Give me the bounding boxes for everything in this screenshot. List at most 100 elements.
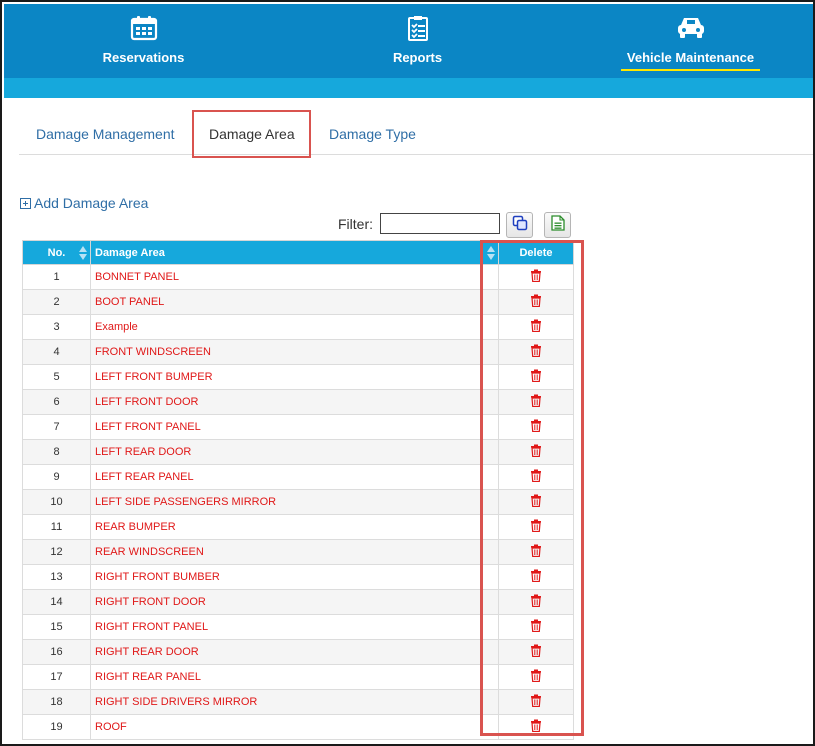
row-number: 14 — [22, 589, 91, 615]
delete-cell — [498, 264, 574, 290]
delete-icon[interactable] — [530, 269, 542, 285]
delete-icon[interactable] — [530, 594, 542, 610]
table-header-row: No. Damage Area Delete — [22, 240, 574, 265]
delete-icon[interactable] — [530, 344, 542, 360]
damage-area-name[interactable]: BOOT PANEL — [90, 289, 499, 315]
header-area-label: Damage Area — [95, 246, 165, 259]
damage-area-name[interactable]: BONNET PANEL — [90, 264, 499, 290]
delete-icon[interactable] — [530, 694, 542, 710]
damage-area-name[interactable]: RIGHT SIDE DRIVERS MIRROR — [90, 689, 499, 715]
damage-area-name[interactable]: LEFT FRONT BUMPER — [90, 364, 499, 390]
table-row[interactable]: 17 RIGHT REAR PANEL — [22, 664, 574, 690]
filter-input[interactable] — [380, 213, 500, 234]
add-damage-area-label: Add Damage Area — [34, 195, 149, 211]
row-number: 13 — [22, 564, 91, 590]
delete-cell — [498, 639, 574, 665]
damage-area-name[interactable]: ROOF — [90, 714, 499, 740]
row-number: 6 — [22, 389, 91, 415]
damage-area-name[interactable]: RIGHT REAR PANEL — [90, 664, 499, 690]
nav-label: Reports — [392, 50, 443, 65]
copy-icon — [512, 215, 528, 236]
row-number: 17 — [22, 664, 91, 690]
row-number: 2 — [22, 289, 91, 315]
delete-icon[interactable] — [530, 719, 542, 735]
tab-damage-management[interactable]: Damage Management — [36, 126, 175, 142]
checklist-icon — [407, 14, 429, 42]
nav-label: Vehicle Maintenance — [626, 50, 755, 65]
damage-area-name[interactable]: LEFT SIDE PASSENGERS MIRROR — [90, 489, 499, 515]
copy-button[interactable] — [506, 212, 533, 238]
delete-icon[interactable] — [530, 294, 542, 310]
delete-icon[interactable] — [530, 544, 542, 560]
sort-icon[interactable] — [487, 246, 495, 263]
delete-icon[interactable] — [530, 494, 542, 510]
delete-icon[interactable] — [530, 469, 542, 485]
table-row[interactable]: 19 ROOF — [22, 714, 574, 740]
delete-icon[interactable] — [530, 519, 542, 535]
table-row[interactable]: 4 FRONT WINDSCREEN — [22, 339, 574, 365]
table-row[interactable]: 13 RIGHT FRONT BUMBER — [22, 564, 574, 590]
damage-area-name[interactable]: LEFT FRONT DOOR — [90, 389, 499, 415]
table-row[interactable]: 9 LEFT REAR PANEL — [22, 464, 574, 490]
damage-area-name[interactable]: LEFT FRONT PANEL — [90, 414, 499, 440]
delete-icon[interactable] — [530, 394, 542, 410]
table-row[interactable]: 5 LEFT FRONT BUMPER — [22, 364, 574, 390]
row-number: 12 — [22, 539, 91, 565]
column-header-damage-area[interactable]: Damage Area — [90, 240, 499, 265]
sort-icon[interactable] — [79, 246, 87, 263]
damage-area-name[interactable]: RIGHT FRONT PANEL — [90, 614, 499, 640]
table-row[interactable]: 6 LEFT FRONT DOOR — [22, 389, 574, 415]
nav-vehicle-maintenance[interactable]: Vehicle Maintenance — [620, 4, 761, 78]
excel-export-icon — [550, 214, 565, 236]
header-no-label: No. — [47, 246, 66, 259]
export-excel-button[interactable] — [544, 212, 571, 238]
delete-icon[interactable] — [530, 419, 542, 435]
table-row[interactable]: 18 RIGHT SIDE DRIVERS MIRROR — [22, 689, 574, 715]
delete-icon[interactable] — [530, 669, 542, 685]
table-row[interactable]: 16 RIGHT REAR DOOR — [22, 639, 574, 665]
column-header-no[interactable]: No. — [22, 240, 91, 265]
nav-reservations[interactable]: Reservations — [101, 4, 186, 78]
damage-area-name[interactable]: RIGHT FRONT DOOR — [90, 589, 499, 615]
table-row[interactable]: 2 BOOT PANEL — [22, 289, 574, 315]
delete-cell — [498, 689, 574, 715]
delete-icon[interactable] — [530, 444, 542, 460]
damage-area-name[interactable]: RIGHT FRONT BUMBER — [90, 564, 499, 590]
delete-cell — [498, 339, 574, 365]
row-number: 1 — [22, 264, 91, 290]
delete-cell — [498, 614, 574, 640]
row-number: 5 — [22, 364, 91, 390]
table-row[interactable]: 3 Example — [22, 314, 574, 340]
damage-area-name[interactable]: LEFT REAR DOOR — [90, 439, 499, 465]
delete-icon[interactable] — [530, 369, 542, 385]
table-row[interactable]: 15 RIGHT FRONT PANEL — [22, 614, 574, 640]
table-row[interactable]: 14 RIGHT FRONT DOOR — [22, 589, 574, 615]
damage-area-name[interactable]: RIGHT REAR DOOR — [90, 639, 499, 665]
plus-icon — [20, 197, 31, 209]
tab-damage-type[interactable]: Damage Type — [329, 126, 416, 142]
add-damage-area-link[interactable]: Add Damage Area — [20, 195, 148, 211]
delete-icon[interactable] — [530, 619, 542, 635]
delete-icon[interactable] — [530, 644, 542, 660]
delete-cell — [498, 589, 574, 615]
row-number: 10 — [22, 489, 91, 515]
damage-area-table: No. Damage Area Delete 1 BONNET PANEL 2 BOO… — [22, 240, 574, 740]
damage-area-name[interactable]: REAR BUMPER — [90, 514, 499, 540]
table-row[interactable]: 12 REAR WINDSCREEN — [22, 539, 574, 565]
damage-area-name[interactable]: LEFT REAR PANEL — [90, 464, 499, 490]
damage-area-name[interactable]: FRONT WINDSCREEN — [90, 339, 499, 365]
table-row[interactable]: 10 LEFT SIDE PASSENGERS MIRROR — [22, 489, 574, 515]
table-row[interactable]: 8 LEFT REAR DOOR — [22, 439, 574, 465]
delete-icon[interactable] — [530, 569, 542, 585]
delete-cell — [498, 514, 574, 540]
active-nav-indicator — [621, 69, 760, 71]
row-number: 15 — [22, 614, 91, 640]
delete-icon[interactable] — [530, 319, 542, 335]
table-row[interactable]: 11 REAR BUMPER — [22, 514, 574, 540]
table-body: 1 BONNET PANEL 2 BOOT PANEL 3 Example 4 FRONT W… — [22, 264, 574, 740]
damage-area-name[interactable]: Example — [90, 314, 499, 340]
table-row[interactable]: 7 LEFT FRONT PANEL — [22, 414, 574, 440]
damage-area-name[interactable]: REAR WINDSCREEN — [90, 539, 499, 565]
nav-reports[interactable]: Reports — [390, 4, 445, 78]
table-row[interactable]: 1 BONNET PANEL — [22, 264, 574, 290]
